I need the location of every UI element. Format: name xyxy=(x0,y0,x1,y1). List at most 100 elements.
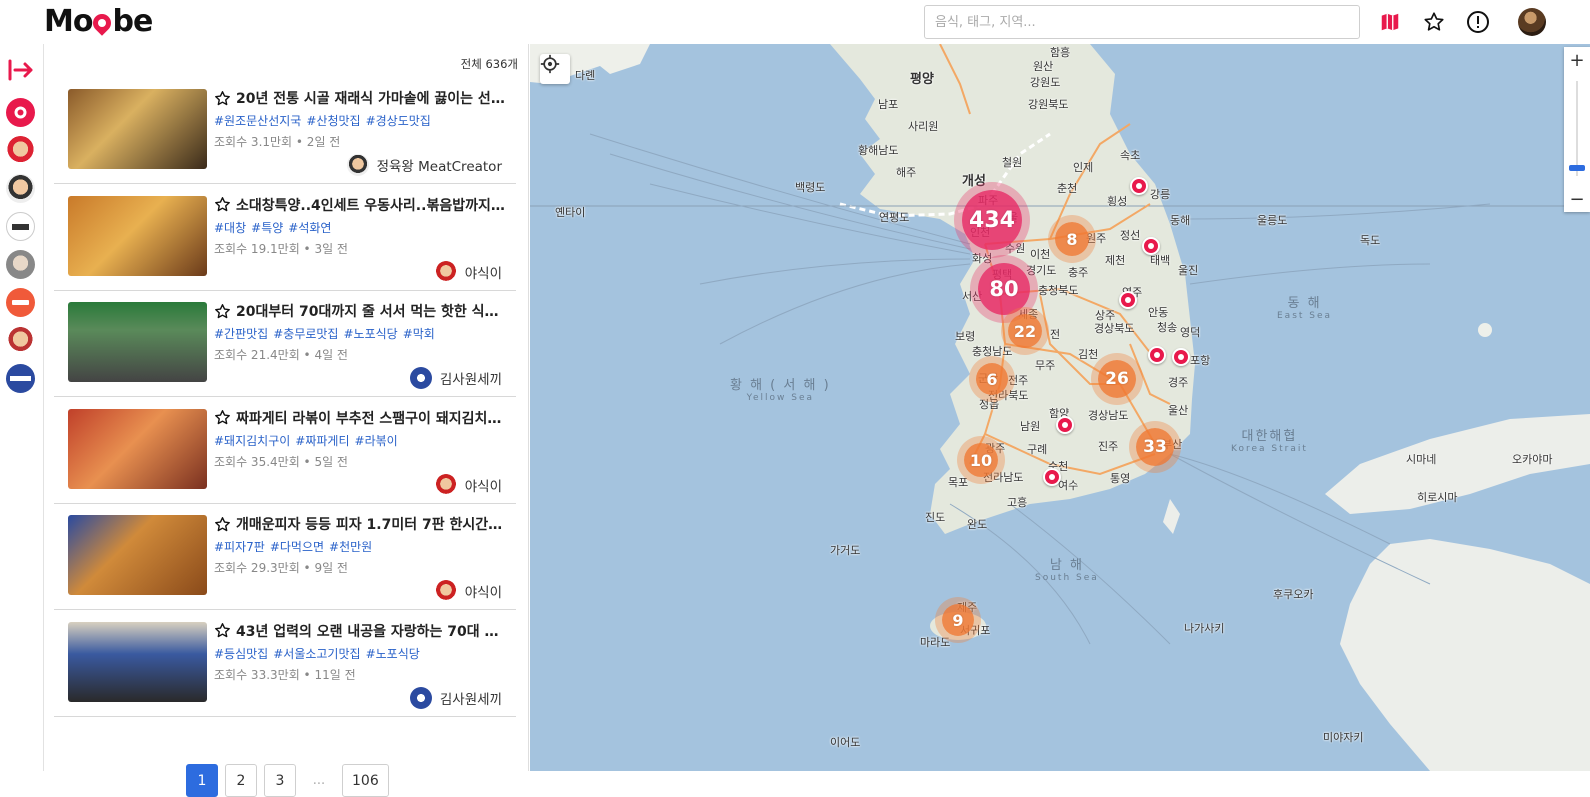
hashtag-link[interactable]: #원조문산선지국 xyxy=(214,114,301,128)
video-channel[interactable]: 정육왕 MeatCreator xyxy=(346,154,502,176)
video-tags: #간판맛집 #충무로맛집 #노포식당 #막회 xyxy=(214,325,440,342)
hashtag-link[interactable]: #충무로맛집 xyxy=(273,327,338,341)
zoom-slider-track[interactable] xyxy=(1576,81,1578,176)
video-title[interactable]: 20년 전통 시골 재래식 가마솥에 끓이는 선지해장국 xyxy=(214,88,506,108)
page-2-button[interactable]: 2 xyxy=(225,764,257,797)
map-label-gangneung: 강릉 xyxy=(1150,188,1171,201)
video-title[interactable]: 43년 업력의 오랜 내공을 자랑하는 70대 노부부 식당 xyxy=(214,621,506,641)
hashtag-link[interactable]: #피자7판 xyxy=(214,540,265,554)
favorite-star-icon[interactable] xyxy=(214,90,231,107)
map-cluster[interactable]: 9 xyxy=(942,604,974,636)
video-list-item[interactable]: 20년 전통 시골 재래식 가마솥에 끓이는 선지해장국 #원조문산선지국 #산청… xyxy=(54,76,516,184)
map-restaurant-marker[interactable] xyxy=(1043,468,1061,486)
map-restaurant-marker[interactable] xyxy=(1056,416,1074,434)
hashtag-link[interactable]: #산청맛집 xyxy=(306,114,360,128)
video-list-item[interactable]: 43년 업력의 오랜 내공을 자랑하는 70대 노부부 식당 #등심맛집 #서울소… xyxy=(54,609,516,717)
zoom-in-button[interactable]: + xyxy=(1564,47,1590,73)
channel-avatar-3[interactable] xyxy=(6,174,35,203)
map-restaurant-marker[interactable] xyxy=(1148,346,1166,364)
video-title[interactable]: 소대창특양..4인세트 우동사리..볶음밥까지 먹방 xyxy=(214,195,506,215)
video-thumbnail[interactable] xyxy=(68,302,207,382)
favorite-star-icon[interactable] xyxy=(214,409,231,426)
favorite-star-icon[interactable] xyxy=(214,516,231,533)
channel-avatar-4[interactable] xyxy=(6,212,35,241)
map-label-mokpo: 목포 xyxy=(948,476,969,489)
hashtag-link[interactable]: #짜파게티 xyxy=(295,434,349,448)
map-label-hwanghae: 황해남도 xyxy=(858,144,899,157)
map-cluster[interactable]: 80 xyxy=(978,263,1030,315)
channel-avatar-8[interactable] xyxy=(6,364,35,393)
zoom-out-button[interactable]: − xyxy=(1564,186,1590,212)
page-3-button[interactable]: 3 xyxy=(264,764,296,797)
channel-avatar-6[interactable] xyxy=(6,288,35,317)
map-restaurant-marker[interactable] xyxy=(1119,291,1137,309)
zoom-slider-handle[interactable] xyxy=(1569,165,1585,172)
map-cluster[interactable]: 434 xyxy=(962,190,1022,250)
video-list-item[interactable]: 개매운피자 등등 피자 1.7미터 7판 한시간안에 다 먹으면 #피자7판 #다… xyxy=(54,502,516,610)
video-title[interactable]: 개매운피자 등등 피자 1.7미터 7판 한시간안에 다 먹으면 xyxy=(214,514,506,534)
hashtag-link[interactable]: #노포식당 xyxy=(343,327,397,341)
video-thumbnail[interactable] xyxy=(68,515,207,595)
video-thumbnail[interactable] xyxy=(68,195,207,276)
sidebar-expand-icon[interactable] xyxy=(6,58,36,82)
alert-icon[interactable] xyxy=(1464,8,1492,36)
channel-avatar-2[interactable] xyxy=(6,136,35,165)
video-channel[interactable]: 야식이 xyxy=(434,580,502,602)
hashtag-link[interactable]: #대창 xyxy=(214,221,246,235)
map-icon[interactable] xyxy=(1376,8,1404,36)
favorite-star-icon[interactable] xyxy=(214,196,231,213)
map-cluster[interactable]: 26 xyxy=(1098,360,1136,398)
map-cluster[interactable]: 6 xyxy=(976,363,1008,395)
hashtag-link[interactable]: #라볶이 xyxy=(355,434,398,448)
hashtag-link[interactable]: #간판맛집 xyxy=(214,327,268,341)
map-cluster[interactable]: 33 xyxy=(1136,428,1174,466)
video-title-text: 소대창특양..4인세트 우동사리..볶음밥까지 먹방 xyxy=(236,197,506,214)
map-label-gyeongju: 경주 xyxy=(1168,376,1189,389)
hashtag-link[interactable]: #석화연 xyxy=(288,221,331,235)
video-list-item[interactable]: 소대창특양..4인세트 우동사리..볶음밥까지 먹방 #대창 #특양 #석화연 조회… xyxy=(54,183,516,291)
video-thumbnail[interactable] xyxy=(68,408,207,489)
search-input[interactable] xyxy=(924,5,1360,39)
hashtag-link[interactable]: #돼지김치구이 xyxy=(214,434,290,448)
favorite-star-icon[interactable] xyxy=(214,622,231,639)
hashtag-link[interactable]: #서울소고기맛집 xyxy=(273,647,360,661)
channel-avatar-5[interactable] xyxy=(6,250,35,279)
video-thumbnail[interactable] xyxy=(68,89,207,169)
profile-avatar[interactable] xyxy=(1518,8,1546,36)
favorite-star-icon[interactable] xyxy=(214,303,231,320)
video-channel[interactable]: 김사원세끼 xyxy=(409,367,502,389)
video-channel[interactable]: 김사원세끼 xyxy=(409,686,502,709)
hashtag-link[interactable]: #다먹으면 xyxy=(270,540,324,554)
hashtag-link[interactable]: #경상도맛집 xyxy=(366,114,431,128)
hashtag-link[interactable]: #막회 xyxy=(403,327,435,341)
hashtag-link[interactable]: #노포식당 xyxy=(366,647,420,661)
moobe-logo[interactable]: Mo be xyxy=(44,3,153,39)
my-location-button[interactable] xyxy=(540,54,570,84)
page-1-button[interactable]: 1 xyxy=(186,764,218,797)
map-view[interactable]: 평양남포원산함흥사리원해주개성파주춘천강릉속초동해태백충주안동포항경주울산부산통… xyxy=(530,44,1590,771)
map-restaurant-marker[interactable] xyxy=(1172,348,1190,366)
map-label-boryeong: 보령 xyxy=(955,330,976,343)
channel-avatar-1[interactable] xyxy=(6,98,35,127)
video-title[interactable]: 짜파게티 라볶이 부추전 스팸구이 돼지김치구이 먹방 xyxy=(214,408,506,428)
map-cluster[interactable]: 8 xyxy=(1055,222,1089,256)
map-label-tongyeong: 통영 xyxy=(1110,472,1131,485)
map-restaurant-marker[interactable] xyxy=(1130,177,1148,195)
map-restaurant-marker[interactable] xyxy=(1142,237,1160,255)
video-list-item[interactable]: 짜파게티 라볶이 부추전 스팸구이 돼지김치구이 먹방 #돼지김치구이 #짜파게티… xyxy=(54,396,516,504)
star-icon[interactable] xyxy=(1420,8,1448,36)
logo-pin-icon xyxy=(89,10,116,36)
hashtag-link[interactable]: #천만원 xyxy=(329,540,372,554)
video-thumbnail[interactable] xyxy=(68,621,207,702)
video-title[interactable]: 20대부터 70대까지 줄 서서 먹는 핫한 식당, 전설의 식당 xyxy=(214,301,506,321)
video-channel[interactable]: 야식이 xyxy=(434,260,502,283)
channel-avatar-7[interactable] xyxy=(6,326,35,355)
video-list-item[interactable]: 20대부터 70대까지 줄 서서 먹는 핫한 식당, 전설의 식당 #간판맛집#… xyxy=(54,289,516,397)
map-cluster[interactable]: 10 xyxy=(964,443,998,477)
page-last-button[interactable]: 106 xyxy=(342,764,389,797)
video-channel[interactable]: 야식이 xyxy=(434,473,502,496)
map-cluster[interactable]: 22 xyxy=(1008,314,1042,348)
page-ellipsis: ... xyxy=(312,773,326,788)
hashtag-link[interactable]: #등심맛집 xyxy=(214,647,268,661)
hashtag-link[interactable]: #특양 xyxy=(251,221,283,235)
